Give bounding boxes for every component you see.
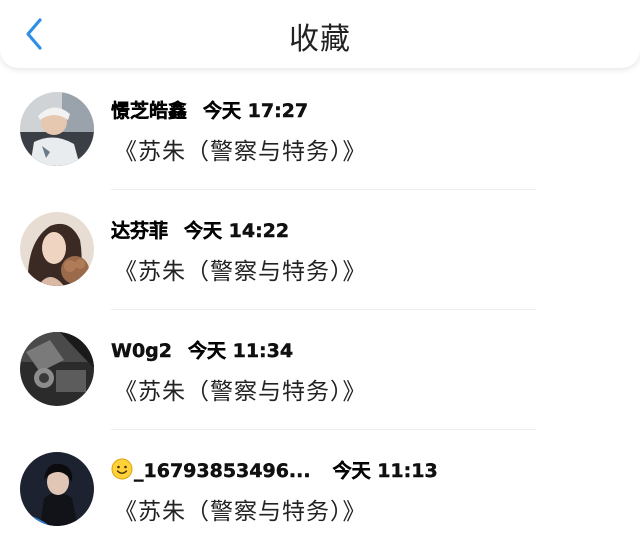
page-title: 收藏 [289,22,351,57]
top-bar: 收藏 [0,0,640,68]
item-content[interactable]: 《苏朱（警察与特务）》 [114,132,367,166]
avatar[interactable] [20,332,94,406]
username[interactable]: W0g2 [111,340,172,362]
smiley-emoji-icon [111,458,133,480]
item-header: 憬芝皓鑫 今天 17:27 [111,96,309,126]
item-content[interactable]: 《苏朱（警察与特务）》 [114,372,367,406]
username[interactable]: _16793853496... [134,460,311,482]
list-item[interactable]: _16793853496... 今天 11:13 《苏朱（警察与特务）》 [0,430,640,550]
list-item[interactable]: 达芬菲 今天 14:22 《苏朱（警察与特务）》 [0,190,640,310]
list-item[interactable]: W0g2 今天 11:34 《苏朱（警察与特务）》 [0,310,640,430]
username[interactable]: 达芬菲 [111,220,168,242]
timestamp: 今天 14:22 [184,220,290,242]
username[interactable]: 憬芝皓鑫 [111,100,187,122]
item-header: _16793853496... 今天 11:13 [111,456,438,486]
avatar[interactable] [20,92,94,166]
item-header: W0g2 今天 11:34 [111,336,294,366]
timestamp: 今天 11:34 [188,340,294,362]
list-item[interactable]: 憬芝皓鑫 今天 17:27 《苏朱（警察与特务）》 [0,70,640,190]
favorites-list: 憬芝皓鑫 今天 17:27 《苏朱（警察与特务）》 达芬菲 今天 14:22 《苏朱… [0,70,640,550]
item-content[interactable]: 《苏朱（警察与特务）》 [114,252,367,286]
item-content[interactable]: 《苏朱（警察与特务）》 [114,492,367,526]
timestamp: 今天 11:13 [332,460,438,482]
timestamp: 今天 17:27 [203,100,309,122]
avatar[interactable] [20,212,94,286]
avatar[interactable] [20,452,94,526]
item-header: 达芬菲 今天 14:22 [111,216,290,246]
